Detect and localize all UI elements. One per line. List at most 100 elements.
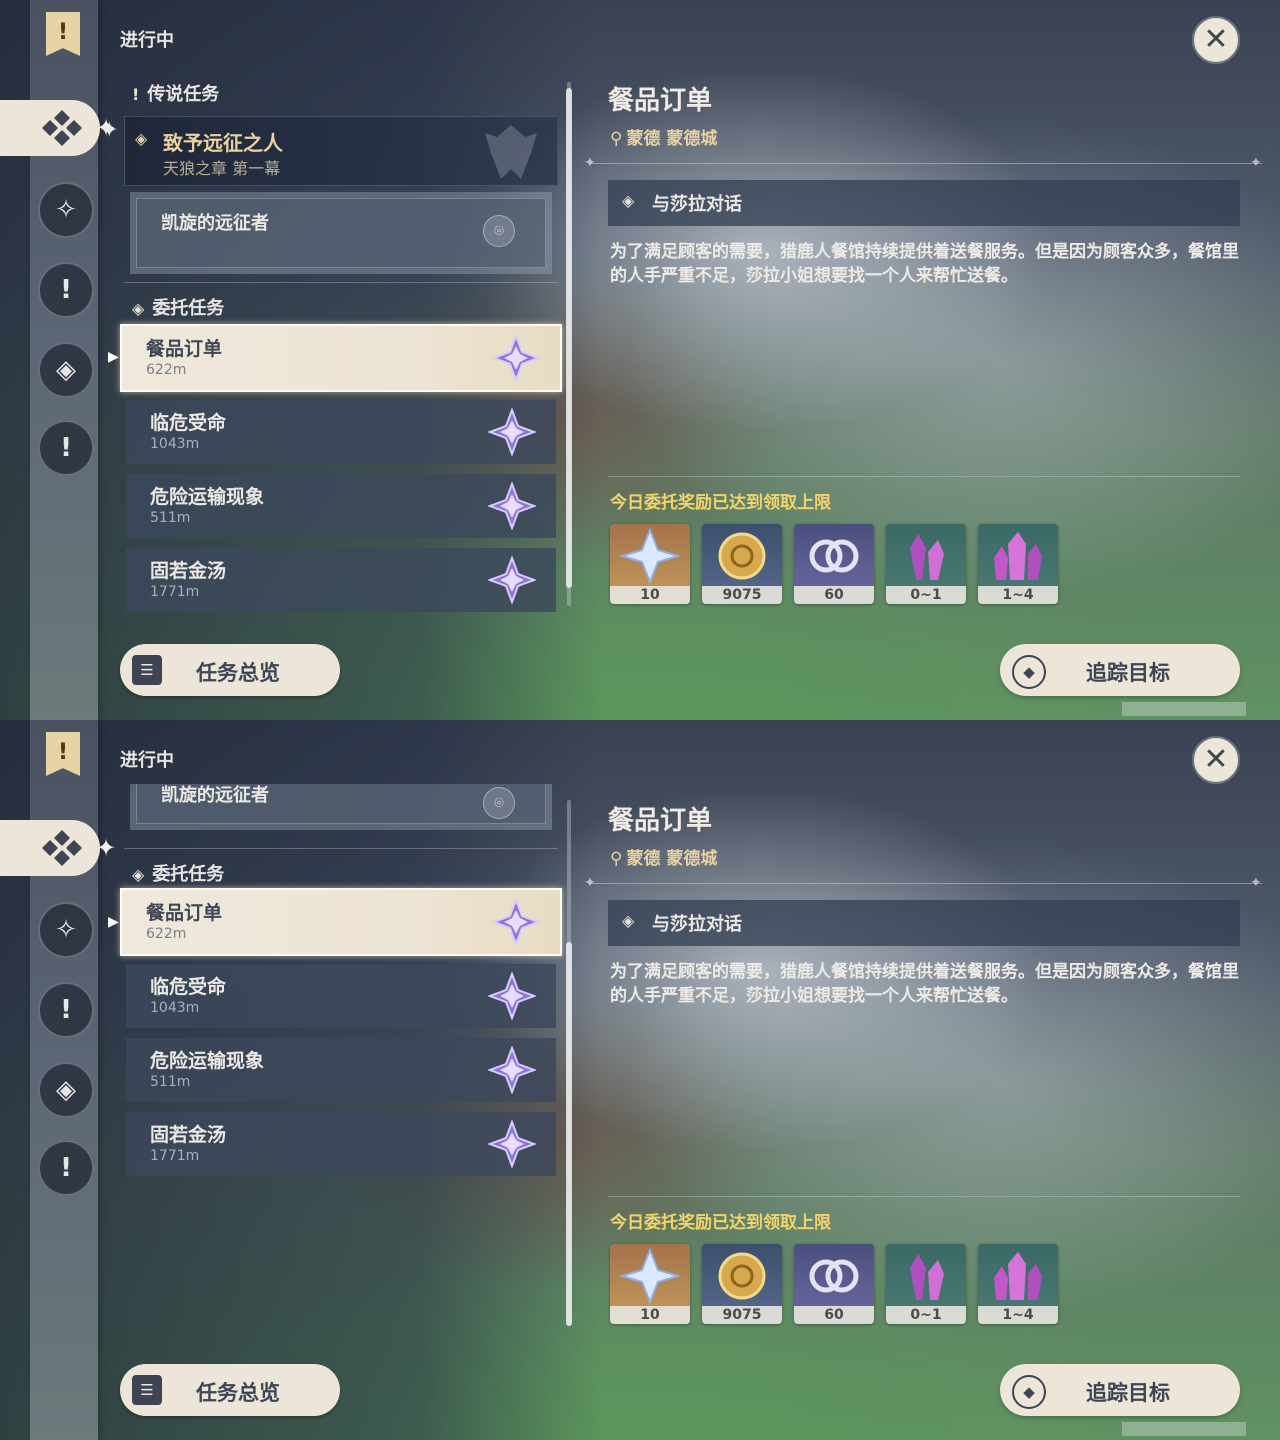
sub-quest-inner: 凯旋的远征者 ⌾ [136, 784, 546, 824]
sub-quest-card[interactable]: 凯旋的远征者 ⌾ [130, 192, 552, 274]
quest-overview-button[interactable]: ☰ 任务总览 [120, 644, 340, 696]
quest-overview-label: 任务总览 [196, 1381, 280, 1405]
detail-location-text: 蒙德 蒙德城 [626, 849, 718, 869]
section-divider [124, 282, 558, 283]
close-button[interactable]: ✕ [1192, 16, 1240, 64]
commission-diamonds-icon [42, 830, 82, 866]
companionship-exp-icon [809, 1259, 859, 1293]
commission-item-selected[interactable]: 餐品订单 622m [120, 888, 562, 956]
rewards-divider [608, 1196, 1240, 1197]
quest-list-icon: ☰ [132, 1375, 162, 1405]
scrolled-list-clip: 凯旋的远征者 ⌾ [124, 784, 564, 830]
status-heading: 进行中 [120, 30, 174, 51]
ornament-right-icon: ✦ [1250, 155, 1262, 171]
commission-star-icon [492, 898, 540, 946]
reward-primogem[interactable]: 10 [610, 1244, 690, 1324]
detail-location-text: 蒙德 蒙德城 [626, 129, 718, 149]
mora-coin-icon [718, 1252, 766, 1300]
rail-tab-story-quest-icon[interactable]: ! [38, 262, 94, 318]
commission-item[interactable]: 临危受命 1043m [126, 400, 556, 464]
map-pin-icon[interactable]: ⌾ [483, 787, 515, 819]
reward-mora[interactable]: 9075 [702, 1244, 782, 1324]
commission-item[interactable]: 固若金汤 1771m [126, 548, 556, 612]
reward-qty: 0~1 [886, 1306, 966, 1324]
rail-tab-commissions-active[interactable]: ✦ [0, 100, 116, 156]
rail-tab-story-quest-icon[interactable]: ! [38, 982, 94, 1038]
commission-diamonds-icon [42, 110, 82, 146]
rail-tab-event-quest-icon[interactable]: ! [38, 420, 94, 476]
section-divider [124, 848, 558, 849]
commission-star-icon [488, 482, 536, 530]
ornament-divider [590, 163, 1262, 164]
primogem-icon [618, 1247, 682, 1305]
reward-qty: 10 [610, 1306, 690, 1324]
commission-distance: 622m [146, 926, 187, 942]
ornament-left-icon: ✦ [584, 875, 596, 891]
commission-distance: 1771m [150, 584, 200, 600]
reward-companionship[interactable]: 60 [794, 1244, 874, 1324]
rewards-divider [608, 476, 1240, 477]
reward-qty: 60 [794, 586, 874, 604]
reward-companionship[interactable]: 60 [794, 524, 874, 604]
reward-qty: 9075 [702, 1306, 782, 1324]
rail-tab-archon-quest-icon[interactable]: ✧ [38, 182, 94, 238]
reward-crystal[interactable]: 0~1 [886, 524, 966, 604]
quest-overview-button[interactable]: ☰ 任务总览 [120, 1364, 340, 1416]
commission-section-label: ◈ 委托任务 [132, 860, 224, 886]
rail-tab-event-quest-icon[interactable]: ! [38, 1140, 94, 1196]
legend-sparkle-icon: ✦ [100, 118, 119, 143]
track-target-button[interactable]: ◆ 追踪目标 [1000, 644, 1240, 696]
reward-crystal[interactable]: 0~1 [886, 1244, 966, 1324]
purple-crystal-icon [910, 1254, 944, 1300]
commission-star-icon [492, 334, 540, 382]
commission-section-icon: ◈ [132, 299, 145, 318]
purple-crystal-cluster-icon [994, 1252, 1042, 1300]
commission-star-icon [488, 1120, 536, 1168]
rail-tab-world-quest-icon[interactable]: ◈ [38, 342, 94, 398]
close-button[interactable]: ✕ [1192, 736, 1240, 784]
detail-title: 餐品订单 [608, 86, 713, 116]
commission-name: 临危受命 [150, 412, 227, 434]
objective-text: 与莎拉对话 [652, 194, 742, 215]
list-scrollbar-thumb[interactable] [566, 88, 572, 588]
purple-crystal-icon [910, 534, 944, 580]
commission-item-selected[interactable]: 餐品订单 622m [120, 324, 562, 392]
legend-quest-icon: ! [132, 85, 140, 104]
status-heading: 进行中 [120, 750, 174, 771]
commission-name: 固若金汤 [150, 1124, 227, 1146]
ornament-divider [590, 883, 1262, 884]
legend-quest-card[interactable]: ◈ 致予远征之人 天狼之章 第一幕 [124, 116, 558, 186]
detail-location: ⚲ 蒙德 蒙德城 [610, 844, 717, 869]
reward-primogem[interactable]: 10 [610, 524, 690, 604]
list-scrollbar-thumb[interactable] [566, 942, 572, 1326]
reward-mora[interactable]: 9075 [702, 524, 782, 604]
rail-tab-commissions-active[interactable]: ✦ [0, 820, 116, 876]
track-target-button[interactable]: ◆ 追踪目标 [1000, 1364, 1240, 1416]
commission-star-icon [488, 556, 536, 604]
reward-qty: 9075 [702, 586, 782, 604]
commission-item[interactable]: 临危受命 1043m [126, 964, 556, 1028]
reward-crystal-cluster[interactable]: 1~4 [978, 524, 1058, 604]
commission-section-text: 委托任务 [152, 298, 225, 319]
reward-crystal-cluster[interactable]: 1~4 [978, 1244, 1058, 1324]
reward-qty: 1~4 [978, 586, 1058, 604]
quest-overview-label: 任务总览 [196, 661, 280, 685]
objective-bar: ◈ 与莎拉对话 [608, 900, 1240, 946]
selected-sparkle-icon: ✦ [96, 834, 117, 862]
map-pin-icon[interactable]: ⌾ [483, 215, 515, 247]
ornament-right-icon: ✦ [1250, 875, 1262, 891]
legend-section-text: 传说任务 [147, 84, 220, 105]
commission-item[interactable]: 固若金汤 1771m [126, 1112, 556, 1176]
location-pin-icon: ⚲ [610, 849, 623, 869]
selected-arrow-icon: ▶ [108, 349, 119, 365]
rail-tab-archon-quest-icon[interactable]: ✧ [38, 902, 94, 958]
commission-section-icon: ◈ [132, 865, 145, 884]
commission-item[interactable]: 危险运输现象 511m [126, 1038, 556, 1102]
detail-location: ⚲ 蒙德 蒙德城 [610, 124, 717, 149]
purple-crystal-cluster-icon [994, 532, 1042, 580]
commission-item[interactable]: 危险运输现象 511m [126, 474, 556, 538]
commission-section-text: 委托任务 [152, 864, 225, 885]
commission-distance: 1043m [150, 1000, 200, 1016]
rail-tab-world-quest-icon[interactable]: ◈ [38, 1062, 94, 1118]
sub-quest-card[interactable]: 凯旋的远征者 ⌾ [130, 784, 552, 830]
